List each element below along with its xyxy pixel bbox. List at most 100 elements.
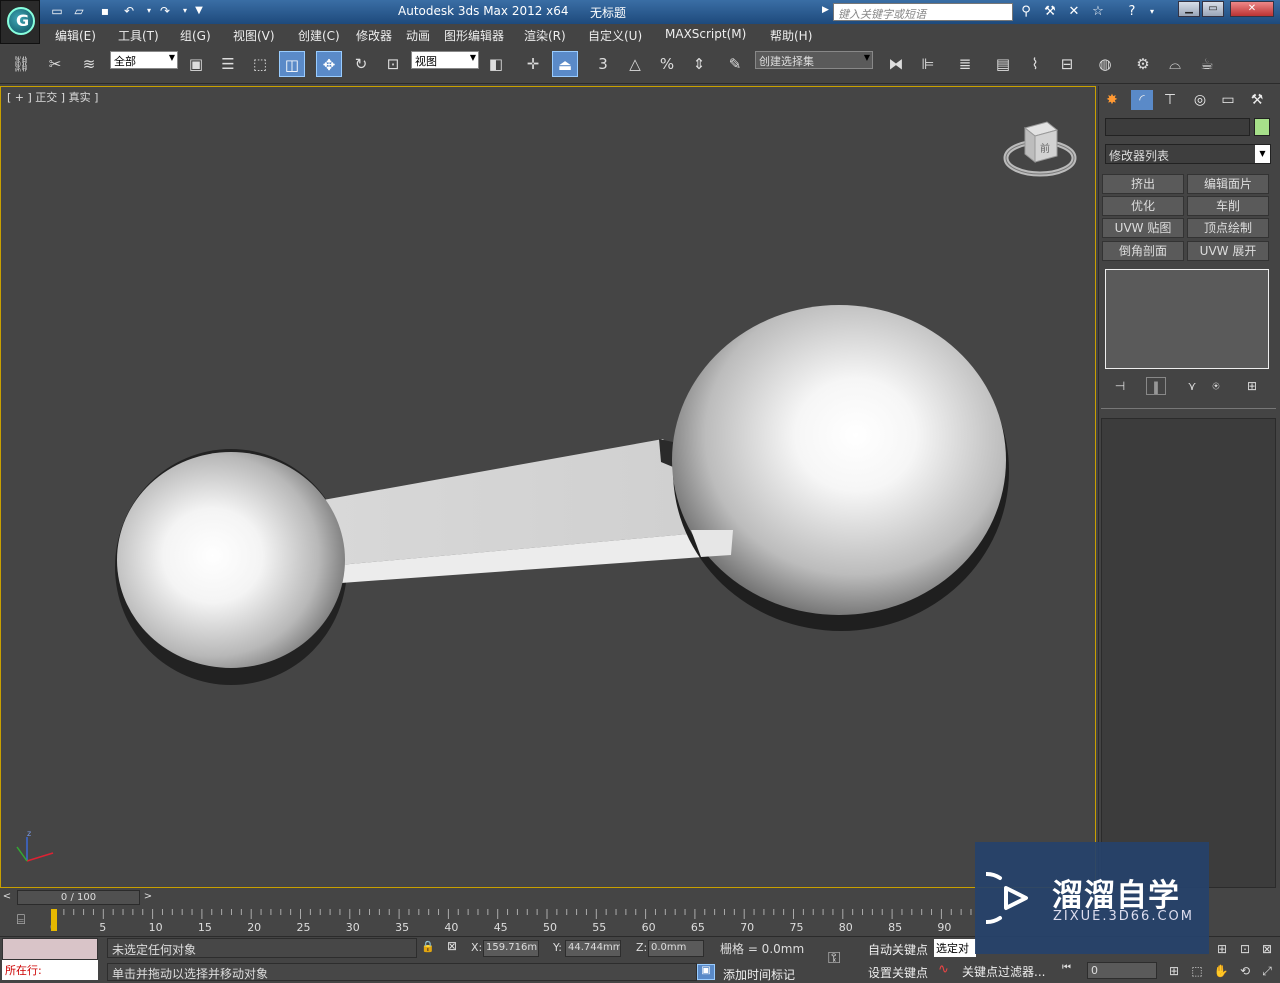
select-and-rotate-icon[interactable]: ↻ — [348, 51, 374, 77]
current-time-marker[interactable] — [51, 909, 57, 931]
mirror-icon[interactable]: ⧓ — [883, 51, 909, 77]
object-color-swatch[interactable] — [1254, 118, 1270, 136]
key-selection-dropdown[interactable]: 选定对 — [934, 939, 976, 957]
unlink-icon[interactable]: ✂ — [42, 51, 68, 77]
communication-center-icon[interactable]: ⚒ — [1040, 3, 1060, 21]
bind-spacewarp-icon[interactable]: ≋ — [76, 51, 102, 77]
menu-views[interactable]: 视图(V) — [233, 27, 275, 44]
menu-customize[interactable]: 自定义(U) — [588, 27, 642, 44]
timeline-ruler[interactable]: 051015202530354045505560657075808590 — [44, 907, 975, 935]
graphite-ribbon-icon[interactable]: ▤ — [990, 51, 1016, 77]
curve-editor-icon[interactable]: ⌇ — [1022, 51, 1048, 77]
maxscript-mini-listener[interactable] — [2, 938, 98, 960]
display-tab-icon[interactable]: ▭ — [1217, 90, 1239, 110]
set-key-button[interactable]: 设置关键点 — [868, 964, 928, 981]
close-button[interactable]: ✕ — [1230, 1, 1274, 17]
window-crossing-icon[interactable]: ◫ — [279, 51, 305, 77]
help-dropdown-icon[interactable]: ▾ — [1142, 3, 1162, 21]
uvw-map-button[interactable]: UVW 贴图 — [1102, 218, 1184, 238]
reference-coordinate-dropdown[interactable]: 视图 — [411, 51, 479, 69]
pan-hand-icon[interactable]: ✋ — [1212, 962, 1230, 980]
menu-create[interactable]: 创建(C) — [298, 27, 340, 44]
app-menu-button[interactable]: G — [0, 0, 40, 44]
menu-rendering[interactable]: 渲染(R) — [524, 27, 566, 44]
lathe-button[interactable]: 车削 — [1187, 196, 1269, 216]
select-by-name-icon[interactable]: ☰ — [215, 51, 241, 77]
zoom-all-icon[interactable]: ⊞ — [1165, 962, 1183, 980]
help-icon[interactable]: ? — [1122, 3, 1142, 21]
time-slider-prev-icon[interactable]: < — [0, 889, 14, 905]
time-slider-next-icon[interactable]: > — [141, 889, 155, 905]
pivot-center-icon[interactable]: ◧ — [483, 51, 509, 77]
configure-modifier-sets-icon[interactable]: ⊞ — [1242, 377, 1262, 395]
unwrap-uvw-button[interactable]: UVW 展开 — [1187, 241, 1269, 261]
optimize-button[interactable]: 优化 — [1102, 196, 1184, 216]
zoom-icon[interactable]: ⊞ — [1213, 940, 1231, 958]
snaps-toggle-icon[interactable]: 3 — [590, 51, 616, 77]
render-setup-icon[interactable]: ⚙ — [1130, 51, 1156, 77]
zoom-extents-all-icon[interactable]: ⊠ — [1258, 940, 1276, 958]
auto-key-button[interactable]: 自动关键点 — [868, 941, 928, 958]
render-production-teapot-icon[interactable]: ☕ — [1194, 51, 1220, 77]
schematic-view-icon[interactable]: ⊟ — [1054, 51, 1080, 77]
named-selection-set-dropdown[interactable]: 创建选择集 — [755, 51, 873, 69]
motion-tab-icon[interactable]: ◎ — [1189, 90, 1211, 110]
binoculars-icon[interactable]: ⚲ — [1016, 3, 1036, 21]
scene-canvas[interactable]: z — [1, 87, 1096, 888]
rendered-frame-window-icon[interactable]: ⌓ — [1162, 51, 1188, 77]
keyboard-shortcut-override-icon[interactable]: ⏏ — [552, 51, 578, 77]
vertex-paint-button[interactable]: 顶点绘制 — [1187, 218, 1269, 238]
menu-graph-editors[interactable]: 图形编辑器 — [444, 27, 504, 44]
show-end-result-icon[interactable]: ‖ — [1146, 377, 1166, 395]
search-input[interactable]: 键入关键字或短语 — [833, 3, 1013, 21]
angle-snap-icon[interactable]: △ — [622, 51, 648, 77]
manipulate-icon[interactable]: ✛ — [520, 51, 546, 77]
menu-group[interactable]: 组(G) — [180, 27, 211, 44]
new-file-icon[interactable]: ▭ — [48, 3, 66, 19]
menu-tools[interactable]: 工具(T) — [118, 27, 159, 44]
edit-named-selection-icon[interactable]: ✎ — [722, 51, 748, 77]
current-frame-field[interactable]: 0 — [1087, 962, 1157, 979]
menu-animation[interactable]: 动画 — [406, 27, 430, 44]
open-file-icon[interactable]: ▱ — [70, 3, 88, 19]
undo-icon[interactable]: ↶ — [120, 3, 138, 19]
maximize-button[interactable]: ▭ — [1202, 1, 1224, 17]
utilities-tab-icon[interactable]: ⚒ — [1246, 90, 1268, 110]
select-object-icon[interactable]: ▣ — [183, 51, 209, 77]
favorites-star-icon[interactable]: ☆ — [1088, 3, 1108, 21]
make-unique-icon[interactable]: ⋎ — [1182, 377, 1202, 395]
modifier-stack-view[interactable] — [1105, 269, 1269, 369]
search-expand-icon[interactable]: ▶ — [822, 5, 829, 15]
material-editor-icon[interactable]: ◍ — [1092, 51, 1118, 77]
hierarchy-tab-icon[interactable]: ⊤ — [1159, 90, 1181, 110]
perspective-viewport[interactable]: z [ + ] 正交 ] 真实 ] — [0, 86, 1096, 888]
chevron-down-icon[interactable]: ▼ — [1255, 145, 1270, 163]
minimize-button[interactable]: ▁ — [1178, 1, 1200, 17]
x-coordinate-field[interactable]: 159.716mm — [483, 940, 539, 957]
align-icon[interactable]: ⊫ — [915, 51, 941, 77]
curve-editor-mini-icon[interactable]: ⌸ — [10, 912, 32, 930]
rectangular-selection-icon[interactable]: ⬚ — [247, 51, 273, 77]
menu-modifiers[interactable]: 修改器 — [356, 27, 392, 44]
extrude-button[interactable]: 挤出 — [1102, 174, 1184, 194]
redo-icon[interactable]: ↷ — [156, 3, 174, 19]
time-slider[interactable]: 0 / 100 — [17, 890, 140, 905]
modifier-list-dropdown[interactable]: 修改器列表 — [1105, 144, 1271, 164]
select-and-scale-icon[interactable]: ⊡ — [380, 51, 406, 77]
menu-edit[interactable]: 编辑(E) — [55, 27, 96, 44]
region-zoom-icon[interactable]: ⬚ — [1188, 962, 1206, 980]
mini-listener-output[interactable]: 所在行: — [2, 960, 98, 980]
tools-icon[interactable]: ✕ — [1064, 3, 1084, 21]
save-icon[interactable]: ▪ — [96, 3, 114, 19]
object-name-field[interactable] — [1105, 118, 1250, 136]
percent-snap-icon[interactable]: % — [654, 51, 680, 77]
select-and-move-icon[interactable]: ✥ — [316, 51, 342, 77]
menu-maxscript[interactable]: MAXScript(M) — [665, 27, 746, 41]
menu-help[interactable]: 帮助(H) — [770, 27, 812, 44]
absolute-mode-icon[interactable]: ⊠ — [447, 939, 465, 957]
remove-modifier-icon[interactable]: ⍟ — [1206, 377, 1226, 395]
zoom-extents-icon[interactable]: ⊡ — [1236, 940, 1254, 958]
z-coordinate-field[interactable]: 0.0mm — [648, 940, 704, 957]
pin-stack-icon[interactable]: ⊣ — [1110, 377, 1130, 395]
edit-patch-button[interactable]: 编辑面片 — [1187, 174, 1269, 194]
